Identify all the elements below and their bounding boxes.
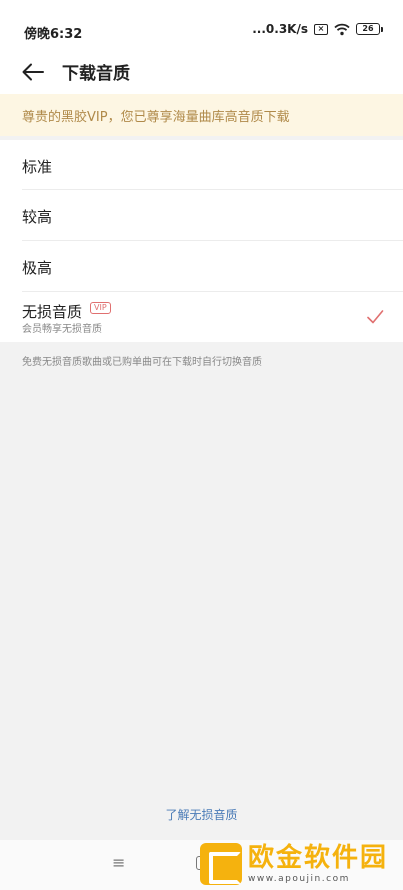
header: 下载音质	[0, 54, 403, 94]
option-high[interactable]: 较高	[0, 190, 403, 241]
status-indicators: ...0.3K/s × 26	[252, 22, 383, 36]
option-standard[interactable]: 标准	[0, 140, 403, 190]
option-label: 无损音质	[22, 303, 83, 321]
watermark: 欧金软件园 www.apoujin.com	[200, 838, 400, 890]
option-very-high[interactable]: 极高	[0, 241, 403, 292]
checkmark-icon	[367, 310, 384, 324]
menu-icon[interactable]: ≡	[112, 853, 125, 872]
option-lossless[interactable]: 无损音质 VIP 会员畅享无损音质	[0, 292, 403, 342]
battery-level: 26	[356, 23, 380, 35]
back-button[interactable]	[18, 57, 48, 87]
option-label: 标准	[22, 158, 53, 176]
quality-options-list: 标准 较高 极高 无损音质 VIP 会员畅享无损音质	[0, 140, 403, 342]
option-subtitle: 会员畅享无损音质	[22, 324, 102, 335]
option-label: 极高	[22, 259, 53, 277]
status-bar: 傍晚6:32 ...0.3K/s × 26	[0, 0, 403, 54]
page-title: 下载音质	[62, 64, 130, 84]
option-label: 较高	[22, 208, 53, 226]
wifi-icon	[334, 23, 350, 35]
battery-icon: 26	[356, 23, 383, 35]
watermark-logo-icon	[200, 843, 242, 885]
watermark-title: 欧金软件园	[248, 843, 389, 873]
network-speed: ...0.3K/s	[252, 22, 308, 36]
watermark-subtitle: www.apoujin.com	[248, 874, 350, 884]
learn-lossless-link[interactable]: 了解无损音质	[0, 806, 403, 823]
status-time: 傍晚6:32	[24, 27, 83, 42]
vip-badge: VIP	[90, 302, 111, 314]
notification-x-icon: ×	[314, 23, 328, 35]
arrow-left-icon	[22, 63, 44, 81]
vip-banner-text: 尊贵的黑胶VIP，您已尊享海量曲库高音质下载	[22, 110, 290, 125]
vip-banner: 尊贵的黑胶VIP，您已尊享海量曲库高音质下载	[0, 94, 403, 136]
hint-text: 免费无损音质歌曲或已购单曲可在下载时自行切换音质	[22, 357, 262, 368]
